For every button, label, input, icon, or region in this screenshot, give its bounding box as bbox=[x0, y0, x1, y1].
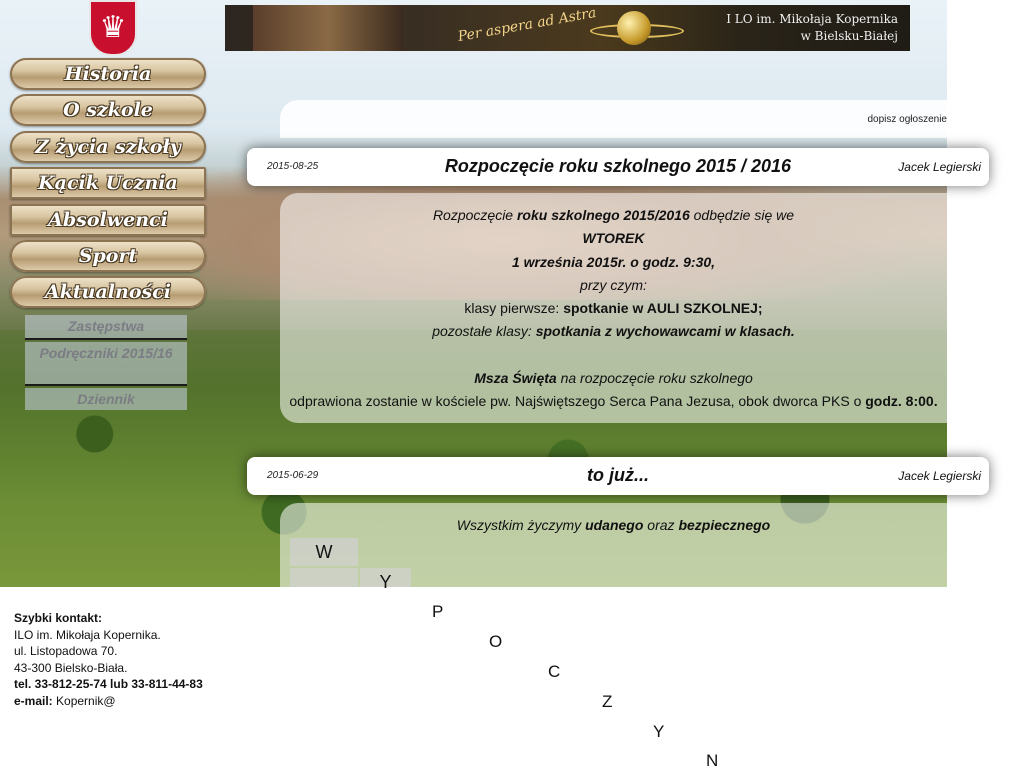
menu-historia[interactable]: Historia bbox=[10, 58, 206, 90]
text: na rozpoczęcie roku szkolnego bbox=[556, 370, 753, 387]
text: Wszystkim życzymy bbox=[456, 517, 586, 533]
diagonal-letter: O bbox=[489, 632, 503, 651]
text: odprawiona zostanie w kościele pw. Najśw… bbox=[289, 393, 866, 410]
diagonal-letter: Z bbox=[602, 692, 613, 711]
submenu-aktualnosci: Zastępstwa Podręczniki 2015/16 Dziennik bbox=[25, 315, 187, 412]
contact-line: 43-300 Bielsko-Biała. bbox=[14, 660, 128, 675]
post-title[interactable]: to już... bbox=[247, 465, 989, 486]
contact-email-link[interactable]: Kopernik@ bbox=[53, 694, 116, 708]
text: pozostałe klasy: bbox=[432, 323, 536, 340]
polish-eagle-emblem-icon: ♛ bbox=[89, 0, 137, 56]
text-bold: WTOREK bbox=[582, 230, 645, 247]
banner-motto: Per aspera ad Astra bbox=[456, 5, 598, 46]
post-line: odprawiona zostanie w kościele pw. Najśw… bbox=[280, 390, 947, 413]
contact-email: e-mail: Kopernik@ bbox=[14, 693, 203, 710]
menu-aktualnosci[interactable]: Aktualności bbox=[10, 276, 206, 309]
post-line: Msza Święta na rozpoczęcie roku szkolneg… bbox=[280, 367, 947, 390]
main-menu: Historia O szkole Z życia szkoły Kącik U… bbox=[10, 58, 206, 313]
text: Rozpoczęcie bbox=[432, 207, 517, 223]
post-author: Jacek Legierski bbox=[898, 160, 981, 174]
text-bold: spotkania z wychowawcami w klasach. bbox=[535, 323, 795, 340]
submenu-zastepstwa[interactable]: Zastępstwa bbox=[25, 315, 187, 340]
menu-sport[interactable]: Sport bbox=[10, 239, 206, 272]
text-bold: Msza Święta bbox=[474, 370, 557, 387]
contact-phone-text: tel. 33-812-25-74 lub 33-811-44-83 bbox=[14, 677, 203, 691]
menu-absolwenci[interactable]: Absolwenci bbox=[10, 203, 206, 236]
diagonal-letter: P bbox=[432, 602, 444, 621]
post-author: Jacek Legierski bbox=[898, 469, 981, 483]
contact-line: ILO im. Mikołaja Kopernika. bbox=[14, 627, 161, 642]
post-line: przy czym: bbox=[280, 274, 947, 297]
post-line: Wszystkim życzymy udanego oraz bezpieczn… bbox=[280, 514, 947, 537]
contact-heading-text: Szybki kontakt: bbox=[14, 611, 103, 625]
text: oraz bbox=[643, 517, 679, 533]
text: przy czym: bbox=[580, 276, 647, 293]
post-header: 2015-08-25 Rozpoczęcie roku szkolnego 20… bbox=[247, 148, 989, 186]
diagonal-letter: N bbox=[706, 751, 719, 770]
post-line: pozostałe klasy: spotkania z wychowawcam… bbox=[280, 320, 947, 343]
submenu-podreczniki[interactable]: Podręczniki 2015/16 bbox=[25, 342, 187, 386]
text-bold: 1 września 2015r. o godz. 9:30, bbox=[511, 253, 716, 270]
post-body: Rozpoczęcie roku szkolnego 2015/2016 odb… bbox=[280, 193, 947, 423]
post-line-empty bbox=[280, 344, 947, 367]
diagonal-letter: Y bbox=[653, 722, 665, 741]
banner-school-name: I LO im. Mikołaja Kopernika w Bielsku-Bi… bbox=[726, 11, 898, 45]
text-bold: godz. 8:00. bbox=[865, 393, 938, 410]
text-bold: spotkanie w AULI SZKOLNEJ; bbox=[563, 300, 763, 317]
text: klasy pierwsze: bbox=[464, 300, 564, 317]
quick-contact: Szybki kontakt: ILO im. Mikołaja Koperni… bbox=[14, 610, 203, 709]
contact-heading: Szybki kontakt: bbox=[14, 610, 203, 627]
announcement-topbar: dopisz ogłoszenie bbox=[280, 100, 947, 138]
post-line: klasy pierwsze: spotkanie w AULI SZKOLNE… bbox=[280, 297, 947, 320]
add-announcement-link[interactable]: dopisz ogłoszenie bbox=[868, 114, 948, 125]
contact-phone: tel. 33-812-25-74 lub 33-811-44-83 bbox=[14, 676, 203, 693]
planet-icon bbox=[617, 11, 651, 45]
menu-kacik-ucznia[interactable]: Kącik Ucznia bbox=[10, 167, 206, 200]
text: odbędzie się we bbox=[689, 207, 795, 223]
copernicus-portrait bbox=[253, 5, 403, 51]
post-line: 1 września 2015r. o godz. 9:30, bbox=[280, 251, 947, 274]
post-line: WTOREK bbox=[280, 227, 947, 250]
contact-line: ul. Listopadowa 70. bbox=[14, 644, 118, 658]
text-bold: udanego bbox=[585, 517, 644, 533]
submenu-dziennik[interactable]: Dziennik bbox=[25, 388, 187, 410]
banner-school-line2: w Bielsku-Białej bbox=[800, 29, 898, 43]
banner-school-line1: I LO im. Mikołaja Kopernika bbox=[726, 12, 898, 26]
text-bold: bezpiecznego bbox=[678, 517, 771, 533]
menu-z-zycia-szkoly[interactable]: Z życia szkoły bbox=[10, 130, 206, 163]
diagonal-letter-cell bbox=[290, 568, 358, 587]
menu-o-szkole[interactable]: O szkole bbox=[10, 94, 206, 127]
text-bold: roku szkolnego 2015/2016 bbox=[516, 207, 690, 223]
school-banner[interactable]: Per aspera ad Astra I LO im. Mikołaja Ko… bbox=[225, 5, 910, 51]
post-line: Rozpoczęcie roku szkolnego 2015/2016 odb… bbox=[280, 204, 947, 227]
contact-email-label: e-mail: bbox=[14, 693, 53, 708]
post-header: 2015-06-29 to już... Jacek Legierski bbox=[247, 457, 989, 495]
diagonal-letter: Y bbox=[360, 568, 411, 592]
post-title[interactable]: Rozpoczęcie roku szkolnego 2015 / 2016 bbox=[247, 156, 989, 177]
diagonal-letter: C bbox=[548, 662, 561, 681]
diagonal-letter: W bbox=[290, 538, 358, 566]
